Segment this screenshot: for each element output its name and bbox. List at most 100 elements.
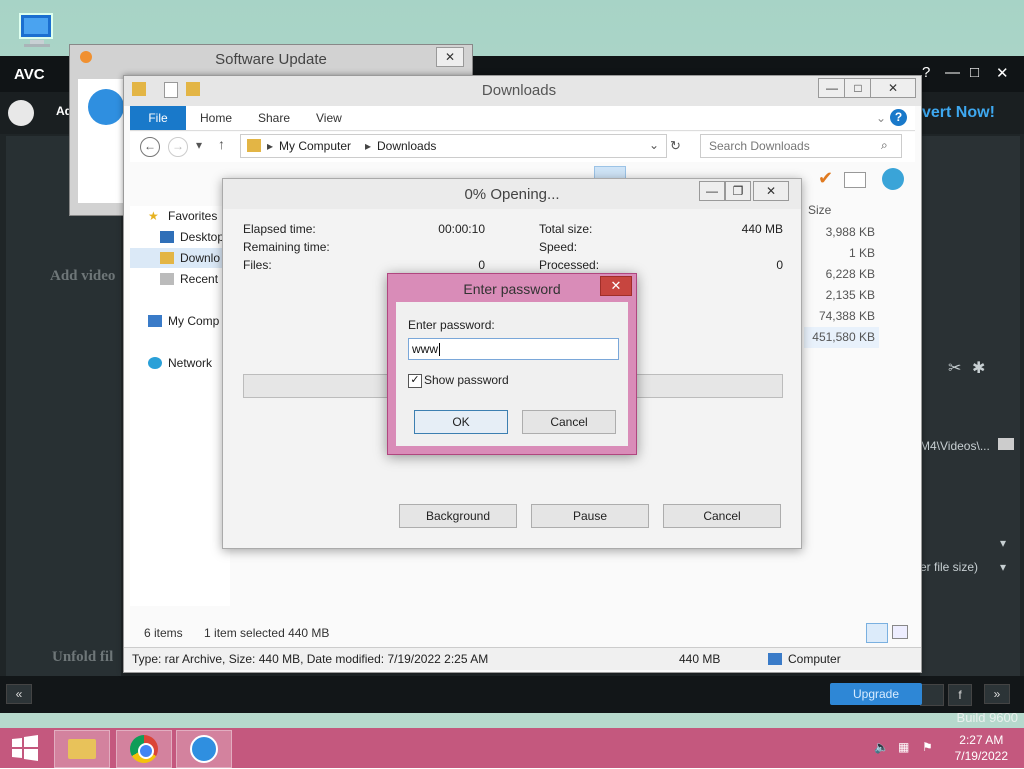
close-button[interactable]: ✕ xyxy=(870,78,916,98)
minimize-button[interactable]: — xyxy=(699,181,725,201)
size-cell: 2,135 KB xyxy=(825,288,875,302)
password-body: Enter password: www ✓ Show password OK C… xyxy=(396,302,628,446)
refresh-icon[interactable]: ↻ xyxy=(670,138,681,154)
software-update-close-button[interactable]: ✕ xyxy=(436,47,464,67)
status-bar: 6 items 1 item selected 440 MB xyxy=(130,623,915,643)
search-placeholder: Search Downloads xyxy=(709,139,810,153)
large-icons-view-icon[interactable] xyxy=(892,625,908,639)
upgrade-button[interactable]: Upgrade xyxy=(830,683,922,705)
show-password-label[interactable]: Show password xyxy=(424,373,509,387)
twitter-icon[interactable] xyxy=(920,684,944,706)
file-explorer-icon[interactable] xyxy=(54,730,110,768)
nav-network[interactable]: Network xyxy=(148,353,212,373)
clock[interactable]: 2:27 AM 7/19/2022 xyxy=(955,732,1008,764)
chrome-icon[interactable] xyxy=(116,730,172,768)
chevron-down-icon[interactable]: ▾ xyxy=(1000,560,1006,574)
password-title-bar: Enter password ✕ xyxy=(388,274,636,302)
size-column: Size 3,988 KB 1 KB 6,228 KB 2,135 KB 74,… xyxy=(804,202,879,348)
network-icon[interactable]: ▦ xyxy=(898,740,912,754)
taskbar: 🔈 ▦ ⚑ 2:27 AM 7/19/2022 xyxy=(0,728,1024,768)
processed-label: Processed: xyxy=(539,258,600,272)
recent-locations-icon[interactable]: ▾ xyxy=(196,138,202,152)
pause-button[interactable]: Pause xyxy=(531,504,649,528)
effects-icon[interactable]: ✱ xyxy=(972,358,985,378)
size-column-header[interactable]: Size xyxy=(804,202,879,222)
expand-button[interactable]: » xyxy=(984,684,1010,704)
elapsed-value: 00:00:10 xyxy=(438,222,485,236)
up-icon[interactable]: ↑ xyxy=(218,136,225,152)
avc-video-area: Add video Unfold fil xyxy=(6,136,121,676)
breadcrumb-separator: ▸ xyxy=(365,139,372,153)
update-panel xyxy=(78,79,124,203)
back-icon[interactable]: ← xyxy=(140,137,160,157)
desktop-icon xyxy=(160,231,174,243)
tab-share[interactable]: Share xyxy=(258,106,290,130)
size-cell: 1 KB xyxy=(848,246,875,260)
background-button[interactable]: Background xyxy=(399,504,517,528)
cancel-button[interactable]: Cancel xyxy=(663,504,781,528)
ok-button[interactable]: OK xyxy=(414,410,508,434)
minimize-button[interactable]: — xyxy=(818,78,846,98)
tab-view[interactable]: View xyxy=(316,106,342,130)
details-view-icon[interactable] xyxy=(866,623,888,643)
password-input[interactable]: www xyxy=(408,338,619,360)
maximize-button[interactable]: □ xyxy=(970,64,979,81)
size-cell: 3,988 KB xyxy=(825,225,875,239)
nav-downloads[interactable]: Downlo xyxy=(130,248,230,268)
downloads-folder-icon xyxy=(160,252,174,264)
nav-favorites[interactable]: ★ Favorites xyxy=(148,206,217,226)
help-button[interactable]: ? xyxy=(922,64,930,81)
breadcrumb-my-computer[interactable]: My Computer xyxy=(279,139,351,153)
globe-icon[interactable] xyxy=(882,168,904,190)
convert-now-button[interactable]: vert Now! xyxy=(922,104,995,122)
size-cell: 6,228 KB xyxy=(825,267,875,281)
cancel-button[interactable]: Cancel xyxy=(522,410,616,434)
avc-logo: AVC xyxy=(14,66,45,83)
help-icon[interactable]: ? xyxy=(890,109,907,126)
add-video-icon[interactable] xyxy=(8,100,34,126)
nav-my-computer[interactable]: My Comp xyxy=(148,311,219,331)
speed-label: Speed: xyxy=(539,240,578,254)
selection-info: 1 item selected 440 MB xyxy=(204,626,330,640)
address-bar[interactable]: ▸ My Computer ▸ Downloads ⌄ xyxy=(240,134,667,158)
breadcrumb-downloads[interactable]: Downloads xyxy=(377,139,436,153)
check-icon[interactable]: ✔ xyxy=(818,168,833,189)
ribbon-expand-icon[interactable]: ⌄ xyxy=(876,106,886,130)
tab-file[interactable]: File xyxy=(130,106,186,130)
password-title: Enter password xyxy=(463,281,561,297)
folder-icon[interactable] xyxy=(998,438,1014,450)
minimize-button[interactable]: — xyxy=(945,64,960,81)
scissors-icon[interactable]: ✂ xyxy=(948,358,961,378)
software-update-title: Software Update xyxy=(215,51,327,68)
properties-icon[interactable] xyxy=(164,82,178,98)
close-button[interactable]: ✕ xyxy=(996,64,1009,82)
search-icon[interactable]: ⌕ xyxy=(881,138,888,153)
start-icon[interactable] xyxy=(2,730,48,766)
action-center-icon[interactable]: ⚑ xyxy=(922,740,936,754)
address-dropdown-icon[interactable]: ⌄ xyxy=(649,138,659,152)
folder-icon xyxy=(132,82,146,96)
nav-desktop[interactable]: Desktop xyxy=(160,227,224,247)
nav-recent-places[interactable]: Recent p xyxy=(160,269,228,289)
unfold-hint: Unfold fil xyxy=(52,649,114,665)
tool-icon[interactable] xyxy=(844,172,866,188)
avc-icon[interactable] xyxy=(176,730,232,768)
show-password-checkbox[interactable]: ✓ xyxy=(408,374,422,388)
restore-button[interactable]: ❐ xyxy=(725,181,751,201)
total-size-label: Total size: xyxy=(539,222,593,236)
facebook-icon[interactable]: f xyxy=(948,684,972,706)
collapse-button[interactable]: « xyxy=(6,684,32,704)
details-location: Computer xyxy=(788,652,841,666)
volume-muted-icon[interactable]: 🔈 xyxy=(874,740,889,754)
breadcrumb-separator: ▸ xyxy=(267,139,274,153)
computer-desktop-icon[interactable] xyxy=(16,12,60,50)
new-folder-icon[interactable] xyxy=(186,82,200,96)
close-button[interactable]: ✕ xyxy=(753,181,789,201)
search-input[interactable]: Search Downloads ⌕ xyxy=(700,134,902,158)
tab-home[interactable]: Home xyxy=(200,106,232,130)
password-close-button[interactable]: ✕ xyxy=(600,276,632,296)
chevron-down-icon[interactable]: ▾ xyxy=(1000,536,1006,550)
forward-icon[interactable]: → xyxy=(168,137,188,157)
file-size-option[interactable]: er file size) xyxy=(920,560,978,574)
maximize-button[interactable]: □ xyxy=(844,78,872,98)
